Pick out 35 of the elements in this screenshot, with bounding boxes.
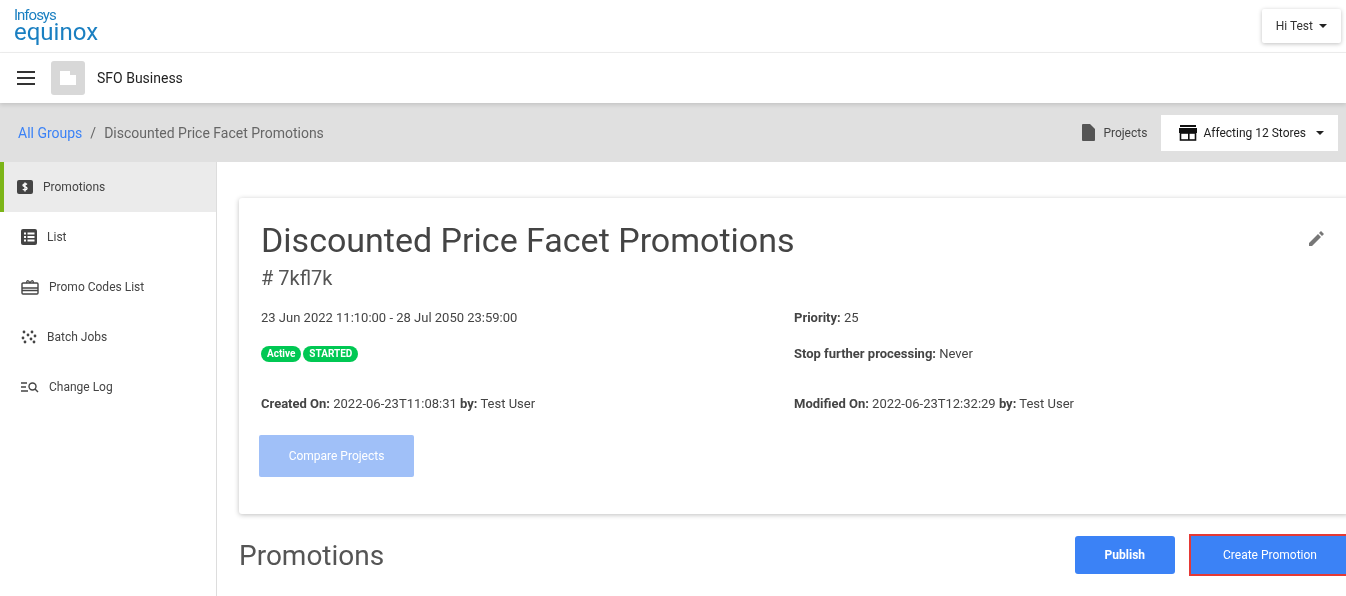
promotion-title: Discounted Price Facet Promotions xyxy=(261,219,795,262)
menu-icon[interactable] xyxy=(17,71,35,85)
user-menu-button[interactable]: Hi Test xyxy=(1261,9,1341,43)
edit-icon[interactable] xyxy=(1309,230,1325,246)
section-title: Promotions xyxy=(239,538,385,572)
sidebar-item[interactable]: Batch Jobs xyxy=(0,312,216,362)
info-text: 23 Jun 2022 11:10:00 - 28 Jul 2050 23:59:00 xyxy=(261,310,519,327)
info-text: Created On: 2022-06-23T11:08:31 by: Test User xyxy=(261,396,537,413)
promotion-code: # 7kfl7k xyxy=(261,266,334,290)
business-name: SFO Business xyxy=(97,70,183,86)
breadcrumb-current: Discounted Price Facet Promotions xyxy=(104,124,324,141)
info-text: Priority: 25 xyxy=(794,310,860,327)
caret-icon xyxy=(1319,24,1327,28)
sidebar-item[interactable]: List xyxy=(0,212,216,262)
sidebar-item[interactable]: Change Log xyxy=(0,362,216,412)
action-button[interactable]: Publish xyxy=(1074,536,1176,574)
store-icon xyxy=(1179,124,1198,141)
dollar-icon xyxy=(17,180,33,194)
sidebar-item[interactable]: Promo Codes List xyxy=(0,262,216,312)
projects-link[interactable]: Projects xyxy=(1082,124,1148,141)
sidebar-item[interactable]: Promotions xyxy=(0,162,216,212)
status-badge: STARTED xyxy=(303,346,359,362)
logo: Infosys equinox xyxy=(14,8,99,44)
document-icon xyxy=(1082,124,1096,141)
status-badge: Active xyxy=(261,346,302,362)
breadcrumb-separator: / xyxy=(90,124,97,141)
stores-dropdown[interactable]: Affecting 12 Stores xyxy=(1161,114,1338,151)
caret-icon xyxy=(1316,130,1324,135)
log-search-icon xyxy=(21,381,39,393)
dots-icon xyxy=(21,330,37,344)
action-button[interactable]: Create Promotion xyxy=(1191,536,1346,574)
gift-card-icon xyxy=(21,279,39,295)
info-text: Stop further processing: Never xyxy=(794,346,974,363)
list-icon xyxy=(21,229,37,245)
info-text: Modified On: 2022-06-23T12:32:29 by: Test User xyxy=(794,396,1075,413)
